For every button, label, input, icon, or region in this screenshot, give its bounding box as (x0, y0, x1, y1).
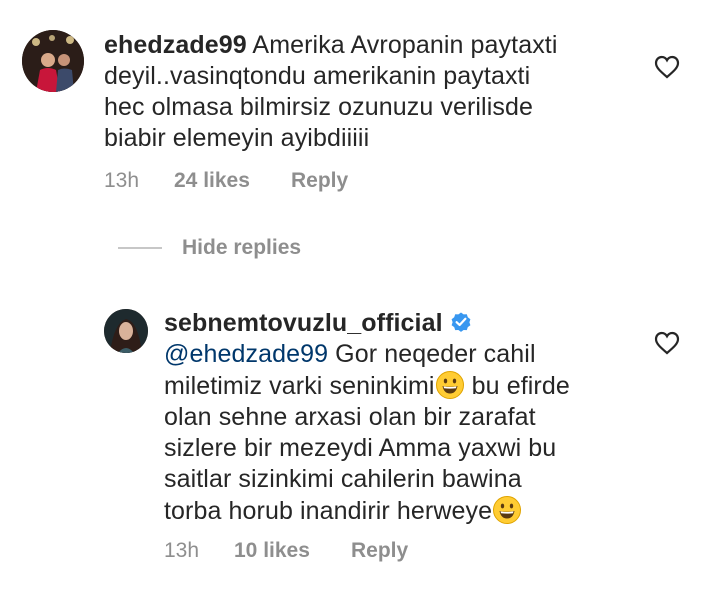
hide-replies-toggle[interactable]: Hide replies (118, 236, 301, 260)
likes-count[interactable]: 24 likes (174, 169, 291, 193)
hide-replies-label[interactable]: Hide replies (182, 236, 301, 260)
reply-button[interactable]: Reply (351, 539, 408, 563)
divider-line (118, 247, 162, 249)
verified-badge-icon (449, 310, 473, 334)
timestamp: 13h (104, 169, 140, 192)
comment-body-line: Gor neqeder cahil (335, 340, 536, 368)
username[interactable]: sebnemtovuzlu_official (164, 309, 443, 337)
avatar[interactable] (104, 309, 148, 353)
comment-body-line: miletimiz varki seninkimi (164, 372, 435, 400)
like-heart-icon[interactable] (654, 55, 680, 79)
timestamp: 13h (164, 539, 200, 562)
grinning-face-emoji (492, 495, 522, 525)
comment-text: ehedzade99 Amerika Avropanin paytaxti de… (104, 30, 574, 154)
comment-body-line: saitlar sizinkimi cahilerin bawina (164, 465, 522, 493)
comment-body-line: olan sehne arxasi olan bir zarafat (164, 403, 536, 431)
username[interactable]: ehedzade99 (104, 31, 247, 59)
comment-body-line: torba horub inandirir herweye (164, 497, 493, 525)
like-heart-icon[interactable] (654, 331, 680, 355)
comment-body-line: bu efirde (471, 372, 570, 400)
reply-button[interactable]: Reply (291, 169, 348, 193)
comment-meta: 13h 24 likes Reply (104, 169, 348, 193)
likes-count[interactable]: 10 likes (234, 539, 351, 563)
avatar[interactable] (22, 30, 84, 92)
comment-body-line: sizlere bir mezeydi Amma yaxwi bu (164, 434, 557, 462)
comment-text: sebnemtovuzlu_official @ehedzade99 Gor n… (164, 308, 634, 527)
comment-meta: 13h 10 likes Reply (164, 539, 408, 563)
grinning-face-emoji (435, 370, 465, 400)
mention-link[interactable]: @ehedzade99 (164, 340, 328, 368)
